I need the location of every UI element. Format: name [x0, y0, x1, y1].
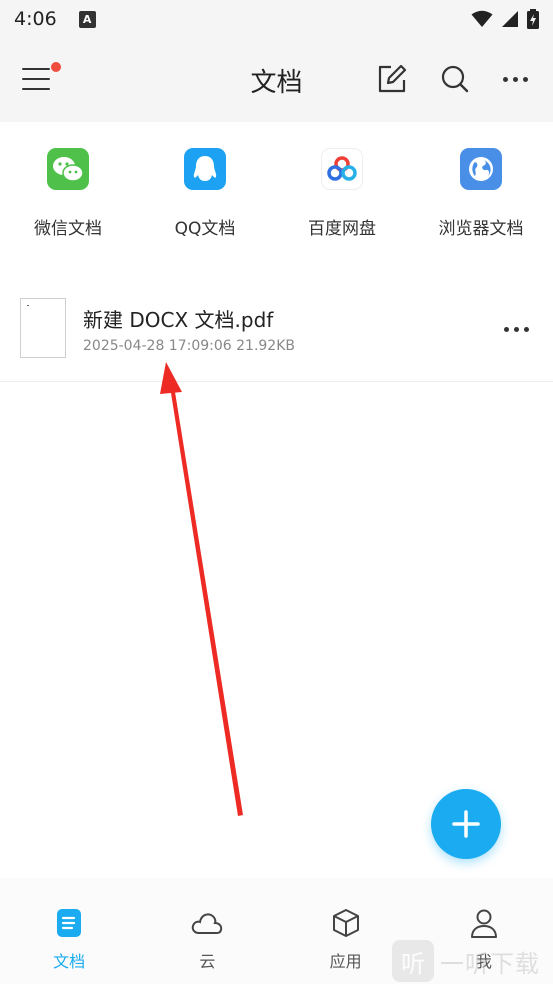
source-label: 浏览器文档 — [438, 219, 524, 239]
nav-profile[interactable]: 我 — [415, 878, 553, 984]
search-icon[interactable] — [438, 62, 472, 96]
dot — [512, 76, 518, 82]
file-more-icon[interactable] — [496, 314, 536, 344]
screen: 4:06 A 文档 微信文档 QQ文档 百度网盘 浏览器文档 新建 DOCX 文… — [0, 0, 553, 984]
file-name: 新建 DOCX 文档.pdf — [83, 308, 274, 332]
notification-a-icon: A — [78, 10, 96, 28]
nav-label: 文档 — [53, 952, 86, 971]
nav-label: 云 — [199, 952, 216, 971]
bottom-nav: 文档 云 应用 我 — [0, 878, 553, 984]
file-row[interactable]: 新建 DOCX 文档.pdf 2025-04-28 17:09:06 21.92… — [0, 282, 553, 382]
dot — [522, 76, 528, 82]
qq-icon — [184, 148, 226, 190]
status-bar: 4:06 A — [0, 0, 553, 38]
source-label: 百度网盘 — [308, 219, 376, 239]
source-label: QQ文档 — [174, 219, 236, 239]
source-label: 微信文档 — [34, 219, 102, 239]
source-browser[interactable]: 浏览器文档 — [421, 148, 541, 248]
apps-cube-icon — [329, 906, 363, 940]
signal-icon — [502, 11, 518, 27]
file-meta: 2025-04-28 17:09:06 21.92KB — [83, 338, 296, 354]
dot — [523, 326, 529, 332]
status-time: 4:06 — [14, 8, 57, 30]
dot — [502, 76, 508, 82]
source-qq[interactable]: QQ文档 — [145, 148, 265, 248]
plus-icon — [452, 810, 480, 838]
status-icons — [471, 9, 539, 29]
edit-icon[interactable] — [375, 62, 409, 96]
battery-charging-icon — [527, 9, 539, 29]
browser-icon — [460, 148, 502, 190]
cloud-icon — [190, 906, 224, 940]
more-icon[interactable] — [498, 62, 532, 96]
file-thumbnail — [20, 298, 66, 358]
nav-apps[interactable]: 应用 — [277, 878, 415, 984]
baidu-netdisk-icon — [321, 148, 363, 190]
menu-line — [22, 78, 50, 80]
wechat-icon — [47, 148, 89, 190]
document-icon — [52, 906, 86, 940]
source-baidu-netdisk[interactable]: 百度网盘 — [282, 148, 402, 248]
menu-line — [22, 68, 50, 70]
menu-button[interactable] — [22, 62, 61, 92]
menu-line — [22, 88, 50, 90]
wifi-icon — [471, 10, 493, 27]
dot — [503, 326, 509, 332]
nav-label: 应用 — [329, 952, 362, 971]
nav-documents[interactable]: 文档 — [0, 878, 138, 984]
source-wechat[interactable]: 微信文档 — [8, 148, 128, 248]
source-grid: 微信文档 QQ文档 百度网盘 浏览器文档 — [0, 122, 553, 262]
nav-label: 我 — [475, 952, 492, 971]
nav-cloud[interactable]: 云 — [138, 878, 276, 984]
dot — [513, 326, 519, 332]
profile-icon — [467, 906, 501, 940]
content-area: 微信文档 QQ文档 百度网盘 浏览器文档 新建 DOCX 文档.pdf 2025… — [0, 122, 553, 878]
add-button[interactable] — [431, 789, 501, 859]
notification-dot — [51, 62, 61, 72]
app-bar: 文档 — [0, 38, 553, 122]
